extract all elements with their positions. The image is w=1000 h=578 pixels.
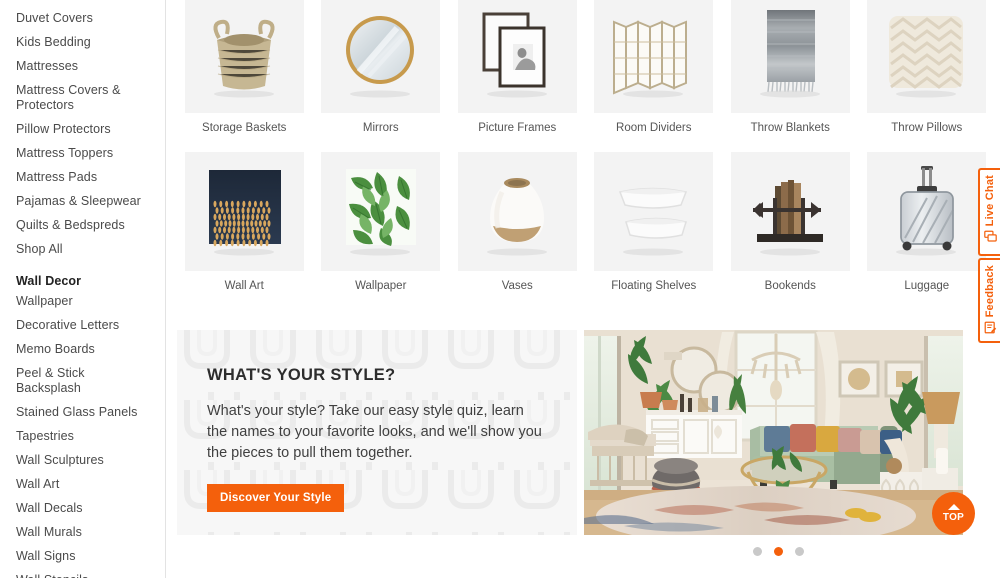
category-tile-picture-frames[interactable]: Picture Frames	[449, 0, 586, 146]
picture-frames-image	[457, 0, 577, 113]
sidebar-heading-wall-decor: Wall Decor	[16, 274, 82, 288]
category-tile-label: Vases	[501, 280, 533, 292]
sidebar-item-wall-art[interactable]: Wall Art	[16, 477, 165, 501]
category-tile-floating-shelves[interactable]: Floating Shelves	[586, 152, 723, 304]
category-tile-wallpaper[interactable]: Wallpaper	[313, 152, 450, 304]
sidebar-item-duvet-covers[interactable]: Duvet Covers	[16, 11, 165, 35]
category-tile-label: Throw Pillows	[891, 122, 963, 134]
boho-living-room-photo[interactable]	[584, 330, 963, 535]
category-tile-throw-pillows[interactable]: Throw Pillows	[859, 0, 996, 146]
chevron-up-icon	[947, 504, 960, 510]
sidebar-item-mattress-toppers[interactable]: Mattress Toppers	[16, 146, 165, 170]
category-tile-mirrors[interactable]: Mirrors	[313, 0, 450, 146]
carousel-dots	[166, 547, 1000, 556]
fringed-throw-blanket-image	[730, 0, 850, 113]
carousel-dot-1[interactable]	[752, 547, 762, 556]
promo-banner: WHAT'S YOUR STYLE? What's your style? Ta…	[166, 304, 1000, 535]
live-chat-label: Live Chat	[984, 175, 996, 227]
category-tile-label: Room Dividers	[616, 122, 692, 134]
category-tile-label: Bookends	[764, 280, 816, 292]
category-tile-label: Wall Art	[224, 280, 264, 292]
tropical-leaf-wallpaper-image	[321, 152, 441, 271]
live-chat-tab[interactable]: Live Chat	[978, 168, 1000, 256]
promo-title: WHAT'S YOUR STYLE?	[207, 366, 396, 384]
living-room-illustration	[584, 330, 963, 535]
category-tile-label: Wallpaper	[355, 280, 407, 292]
carousel-dot-2[interactable]	[773, 547, 783, 556]
category-tile-storage-baskets[interactable]: Storage Baskets	[176, 0, 313, 146]
main-content: Storage Baskets Mirrors Picture Frames Room…	[166, 0, 1000, 578]
sidebar-item-shop-all[interactable]: Shop All	[16, 242, 165, 266]
carousel-dot-3[interactable]	[794, 547, 804, 556]
category-grid-row-2: Wall Art Wallpaper Vases Floating Shelves Bo…	[166, 152, 1000, 304]
sidebar-item-stained-glass-panels[interactable]: Stained Glass Panels	[16, 405, 165, 429]
category-tile-throw-blankets[interactable]: Throw Blankets	[722, 0, 859, 146]
back-to-top-button[interactable]: TOP	[932, 492, 975, 535]
sidebar-item-pajamas-sleepwear[interactable]: Pajamas & Sleepwear	[16, 194, 165, 218]
chat-bubble-icon	[983, 230, 997, 248]
sidebar-item-wall-stencils[interactable]: Wall Stencils	[16, 573, 165, 578]
sidebar-item-wall-signs[interactable]: Wall Signs	[16, 549, 165, 573]
sidebar-item-quilts-bedspreds[interactable]: Quilts & Bedspreds	[16, 218, 165, 242]
feedback-tab[interactable]: Feedback	[978, 258, 1000, 343]
sidebar-item-wallpaper[interactable]: Wallpaper	[16, 294, 165, 318]
sidebar-item-peel-stick-backsplash[interactable]: Peel & Stick Backsplash	[16, 366, 165, 405]
category-tile-room-dividers[interactable]: Room Dividers	[586, 0, 723, 146]
back-to-top-label: TOP	[942, 512, 965, 523]
sidebar-item-pillow-protectors[interactable]: Pillow Protectors	[16, 122, 165, 146]
category-tile-label: Mirrors	[362, 122, 399, 134]
sidebar-item-wall-decals[interactable]: Wall Decals	[16, 501, 165, 525]
sidebar-item-mattress-pads[interactable]: Mattress Pads	[16, 170, 165, 194]
sidebar-item-memo-boards[interactable]: Memo Boards	[16, 342, 165, 366]
sidebar-item-mattresses[interactable]: Mattresses	[16, 59, 165, 83]
sidebar-item-kids-bedding[interactable]: Kids Bedding	[16, 35, 165, 59]
sidebar-nav-list: Duvet Covers Kids Bedding Mattresses Mattre…	[16, 0, 165, 578]
discover-your-style-button[interactable]: Discover Your Style	[207, 484, 345, 512]
promo-text-panel: WHAT'S YOUR STYLE? What's your style? Ta…	[177, 330, 577, 535]
promo-description: What's your style? Take our easy style q…	[207, 403, 542, 461]
sidebar-item-wall-murals[interactable]: Wall Murals	[16, 525, 165, 549]
arrow-bookends-image	[730, 152, 850, 271]
sidebar-item-wall-sculptures[interactable]: Wall Sculptures	[16, 453, 165, 477]
sidebar-item-decorative-letters[interactable]: Decorative Letters	[16, 318, 165, 342]
feedback-label: Feedback	[984, 265, 996, 318]
category-grid-row-1: Storage Baskets Mirrors Picture Frames Room…	[166, 0, 1000, 146]
category-sidebar: Duvet Covers Kids Bedding Mattresses Mattre…	[0, 0, 166, 578]
category-tile-vases[interactable]: Vases	[449, 152, 586, 304]
sidebar-item-mattress-covers-protectors[interactable]: Mattress Covers & Protectors	[16, 83, 165, 122]
category-tile-label: Floating Shelves	[611, 280, 697, 292]
category-tile-label: Storage Baskets	[202, 122, 287, 134]
white-floating-shelves-image	[594, 152, 714, 271]
navy-abstract-wall-art-image	[184, 152, 304, 271]
category-tile-label: Throw Blankets	[750, 122, 830, 134]
sidebar-item-tapestries[interactable]: Tapestries	[16, 429, 165, 453]
chevron-knit-pillow-image	[867, 0, 987, 113]
two-tone-ceramic-vase-image	[457, 152, 577, 271]
promo-content: WHAT'S YOUR STYLE? What's your style? Ta…	[177, 330, 577, 512]
category-tile-bookends[interactable]: Bookends	[722, 152, 859, 304]
hardside-suitcase-image	[867, 152, 987, 271]
folding-room-divider-image	[594, 0, 714, 113]
category-tile-label: Luggage	[904, 280, 950, 292]
edit-note-icon	[984, 321, 997, 339]
round-gold-mirror-image	[321, 0, 441, 113]
category-tile-wall-art[interactable]: Wall Art	[176, 152, 313, 304]
woven-basket-image	[184, 0, 304, 113]
category-tile-luggage[interactable]: Luggage	[859, 152, 996, 304]
category-tile-label: Picture Frames	[478, 122, 557, 134]
page-root: Duvet Covers Kids Bedding Mattresses Mattre…	[0, 0, 1000, 578]
